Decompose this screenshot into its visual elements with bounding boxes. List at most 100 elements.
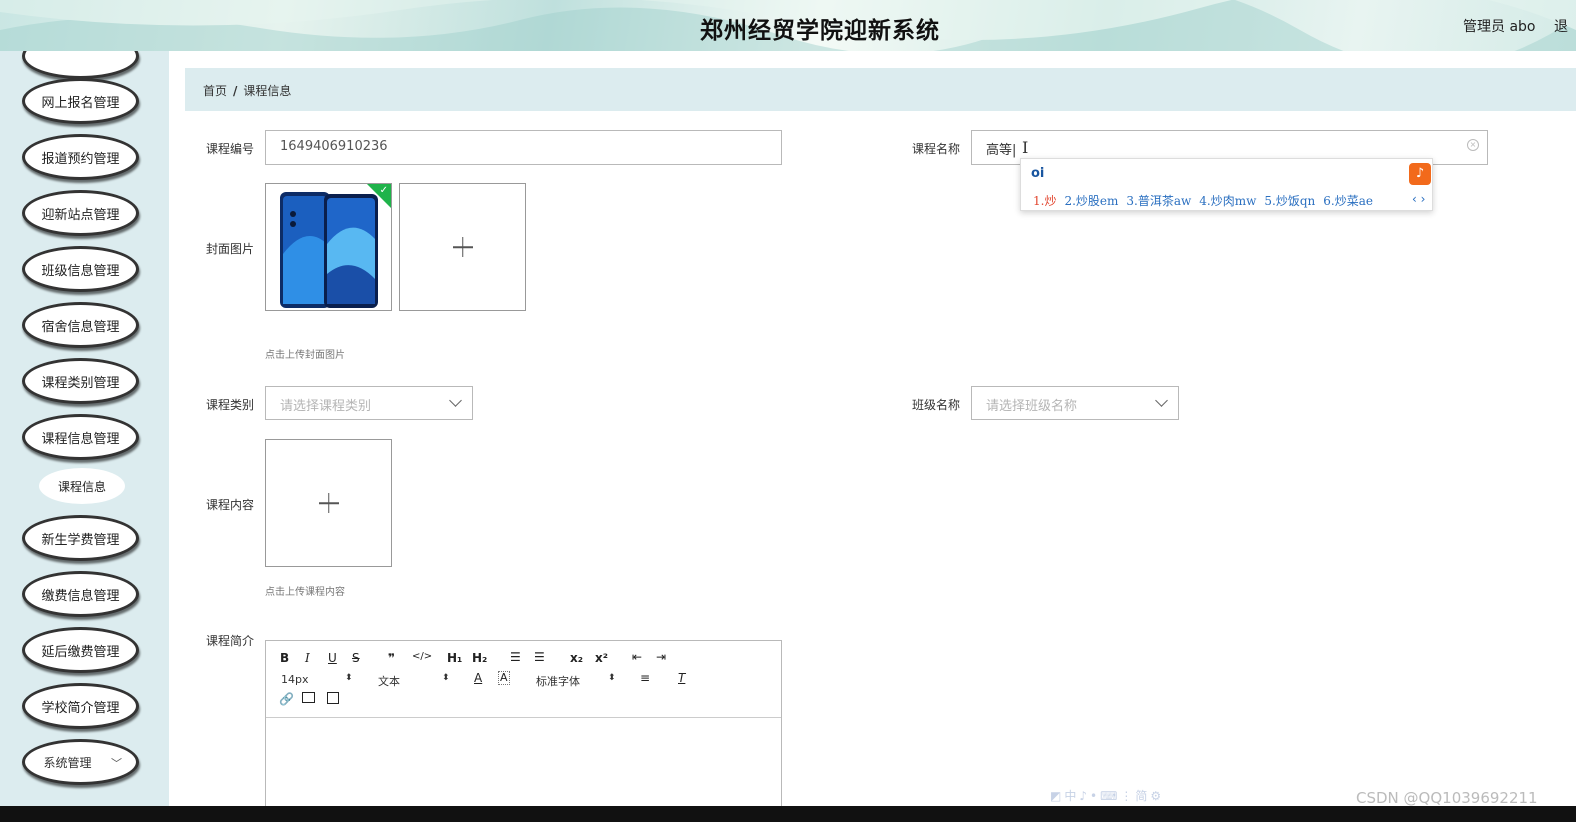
outdent-icon[interactable]: ⇤ [632, 650, 642, 664]
ime-composition: oi [1031, 166, 1045, 181]
sidebar-item-online-registration[interactable]: 网上报名管理 [22, 78, 139, 124]
course-no-label: 课程编号 [206, 142, 255, 156]
check-icon: ✓ [379, 185, 388, 196]
ime-candidate[interactable]: 2.炒股em [1064, 194, 1118, 208]
sidebar-item-course-info[interactable]: 课程信息管理 [22, 414, 139, 460]
underline-icon[interactable]: U [328, 651, 337, 665]
video-icon[interactable] [327, 692, 339, 704]
class-select[interactable]: 请选择班级名称 [971, 386, 1179, 420]
text-cursor-icon: I [1022, 138, 1029, 157]
intro-label: 课程简介 [206, 634, 255, 648]
sidebar-item-partial[interactable] [22, 51, 139, 79]
ime-page-nav[interactable]: ‹ › [1412, 192, 1425, 206]
ime-candidate[interactable]: 5.炒饭qn [1264, 194, 1315, 208]
heading2-icon[interactable]: H₂ [472, 651, 487, 665]
sidebar-item-course-category[interactable]: 课程类别管理 [22, 358, 139, 404]
sidebar-item-label: 延后缴费管理 [41, 644, 120, 660]
link-icon[interactable]: 🔗 [279, 692, 294, 706]
sidebar-item-class-info[interactable]: 班级信息管理 [22, 246, 139, 292]
sidebar-item-label: 宿舍信息管理 [41, 319, 120, 335]
ime-candidate[interactable]: 4.炒肉mw [1199, 194, 1256, 208]
breadcrumb-current: 课程信息 [243, 84, 292, 98]
sidebar-item-payment-info[interactable]: 缴费信息管理 [22, 571, 139, 617]
phone-image [266, 184, 391, 310]
breadcrumb-separator: / [233, 84, 238, 98]
sidebar-item-system[interactable]: 系统管理 ﹀ [22, 739, 139, 785]
clear-format-icon[interactable]: T [678, 671, 685, 685]
ime-logo-icon: ♪ [1409, 163, 1431, 185]
category-label: 课程类别 [206, 398, 255, 412]
subscript-icon[interactable]: x₂ [570, 651, 583, 665]
strikethrough-icon[interactable]: S [352, 651, 360, 665]
content-upload-hint: 点击上传课程内容 [265, 587, 345, 598]
sidebar-item-welcome-station[interactable]: 迎新站点管理 [22, 190, 139, 236]
superscript-icon[interactable]: x² [595, 651, 608, 665]
category-placeholder: 请选择课程类别 [280, 399, 372, 414]
font-family-select[interactable]: 标准字体 ⬍ [536, 673, 616, 689]
class-placeholder: 请选择班级名称 [986, 399, 1078, 414]
course-no-input[interactable]: 1649406910236 [265, 130, 782, 165]
sidebar-item-label: 迎新站点管理 [41, 207, 120, 223]
italic-icon[interactable]: I [305, 651, 310, 665]
class-label: 班级名称 [912, 398, 961, 412]
sidebar-item-label: 班级信息管理 [41, 263, 120, 279]
top-header: 郑州经贸学院迎新系统 管理员 abo 退 [0, 0, 1576, 51]
font-family-value: 标准字体 [536, 675, 580, 688]
ime-candidate-popup: oi ♪ 1.炒 2.炒股em 3.普洱茶aw 4.炒肉mw 5.炒饭qn 6.炒菜ae … [1020, 158, 1433, 211]
sidebar-item-label: 报道预约管理 [41, 151, 120, 167]
editor-toolbar: B I U S ❞ </> H₁ H₂ ☰ ☰ x₂ x² ⇤ ⇥ 14px ⬍ … [266, 641, 781, 718]
sidebar-item-report-appointment[interactable]: 报道预约管理 [22, 134, 139, 180]
heading1-icon[interactable]: H₁ [447, 651, 462, 665]
bold-icon[interactable]: B [280, 651, 289, 665]
clear-icon[interactable]: × [1467, 139, 1479, 151]
font-size-select[interactable]: 14px ⬍ [281, 673, 353, 686]
sidebar-subitem-course-info[interactable]: 课程信息 [39, 468, 125, 504]
sidebar-item-label: 系统管理 [43, 755, 92, 770]
code-block-icon[interactable]: </> [412, 651, 432, 662]
ime-candidate[interactable]: 1.炒 [1033, 194, 1056, 208]
sidebar-item-school-intro[interactable]: 学校简介管理 [22, 683, 139, 729]
bullet-list-icon[interactable]: ☰ [534, 650, 545, 664]
plus-icon [461, 237, 464, 257]
sidebar-item-label: 学校简介管理 [41, 700, 120, 716]
chevron-down-icon [449, 394, 462, 407]
background-color-icon[interactable]: A [498, 671, 510, 685]
up-down-arrows-icon: ⬍ [608, 673, 616, 683]
ime-candidate-list: 1.炒 2.炒股em 3.普洱茶aw 4.炒肉mw 5.炒饭qn 6.炒菜ae [1033, 192, 1381, 209]
breadcrumb: 首页 / 课程信息 [185, 68, 1576, 111]
blockquote-icon[interactable]: ❞ [388, 651, 395, 665]
ordered-list-icon[interactable]: ☰ [510, 650, 521, 664]
font-size-value: 14px [281, 673, 309, 686]
content-upload-button[interactable] [265, 439, 392, 567]
course-name-label: 课程名称 [912, 142, 961, 156]
breadcrumb-home[interactable]: 首页 [203, 84, 227, 98]
sidebar-item-deferred-payment[interactable]: 延后缴费管理 [22, 627, 139, 673]
image-icon[interactable] [302, 692, 315, 703]
paragraph-select[interactable]: 文本 ⬍ [378, 673, 450, 689]
editor-content-area[interactable] [266, 718, 781, 810]
ime-status-bar-icon: ◩中♪•⌨⋮简⚙ [1050, 789, 1165, 803]
logout-link[interactable]: 退 [1554, 16, 1568, 36]
paragraph-value: 文本 [378, 675, 400, 688]
sidebar-item-tuition[interactable]: 新生学费管理 [22, 515, 139, 561]
align-icon[interactable]: ≡ [640, 671, 650, 685]
rich-text-editor: B I U S ❞ </> H₁ H₂ ☰ ☰ x₂ x² ⇤ ⇥ 14px ⬍ … [265, 640, 782, 810]
up-down-arrows-icon: ⬍ [345, 673, 353, 683]
font-color-icon[interactable]: A [474, 671, 482, 685]
cover-label: 封面图片 [206, 242, 255, 256]
content-label: 课程内容 [206, 498, 255, 512]
admin-user-label: 管理员 abo [1463, 19, 1536, 35]
sidebar-item-label: 新生学费管理 [41, 532, 120, 548]
indent-icon[interactable]: ⇥ [656, 650, 666, 664]
cover-image-thumbnail[interactable]: ✓ [265, 183, 392, 311]
course-name-value: 高等 [986, 143, 1013, 158]
category-select[interactable]: 请选择课程类别 [265, 386, 473, 420]
chevron-down-icon: ﹀ [111, 757, 122, 770]
plus-icon [327, 493, 330, 513]
bottom-bar [0, 806, 1576, 822]
sidebar-item-dorm-info[interactable]: 宿舍信息管理 [22, 302, 139, 348]
sidebar: 网上报名管理 报道预约管理 迎新站点管理 班级信息管理 宿舍信息管理 课程类别管… [0, 51, 169, 806]
ime-candidate[interactable]: 6.炒菜ae [1323, 194, 1373, 208]
ime-candidate[interactable]: 3.普洱茶aw [1126, 194, 1191, 208]
cover-upload-button[interactable] [399, 183, 526, 311]
